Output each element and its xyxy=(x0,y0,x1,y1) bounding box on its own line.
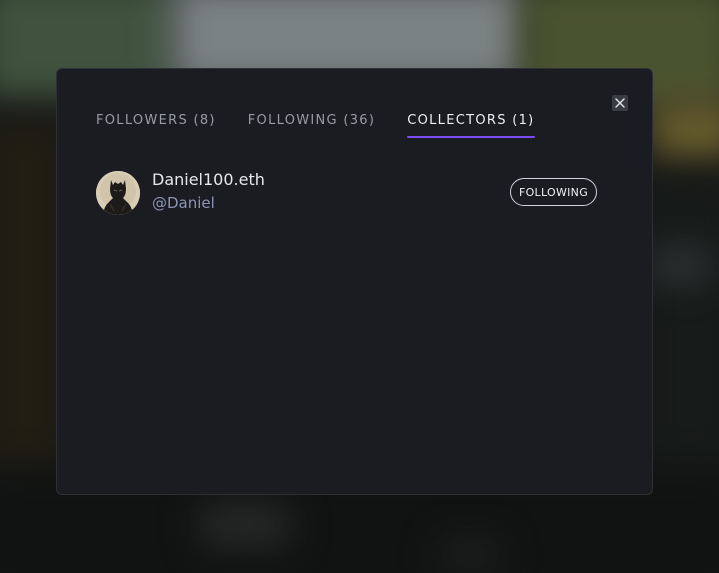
tab-following[interactable]: FOLLOWING (36) xyxy=(248,113,375,138)
collectors-modal: FOLLOWERS (8) FOLLOWING (36) COLLECTORS … xyxy=(56,68,653,495)
avatar[interactable] xyxy=(96,171,140,215)
close-icon xyxy=(615,98,625,108)
tab-bar: FOLLOWERS (8) FOLLOWING (36) COLLECTORS … xyxy=(96,113,535,138)
list-item[interactable]: Daniel100.eth @Daniel FOLLOWING xyxy=(96,169,599,217)
collector-handle: @Daniel xyxy=(152,194,215,212)
following-button[interactable]: FOLLOWING xyxy=(510,178,597,206)
collector-name[interactable]: Daniel100.eth xyxy=(152,170,265,189)
close-button[interactable] xyxy=(612,95,628,111)
tab-collectors[interactable]: COLLECTORS (1) xyxy=(407,113,535,138)
avatar-image xyxy=(96,171,140,215)
tab-followers[interactable]: FOLLOWERS (8) xyxy=(96,113,216,138)
